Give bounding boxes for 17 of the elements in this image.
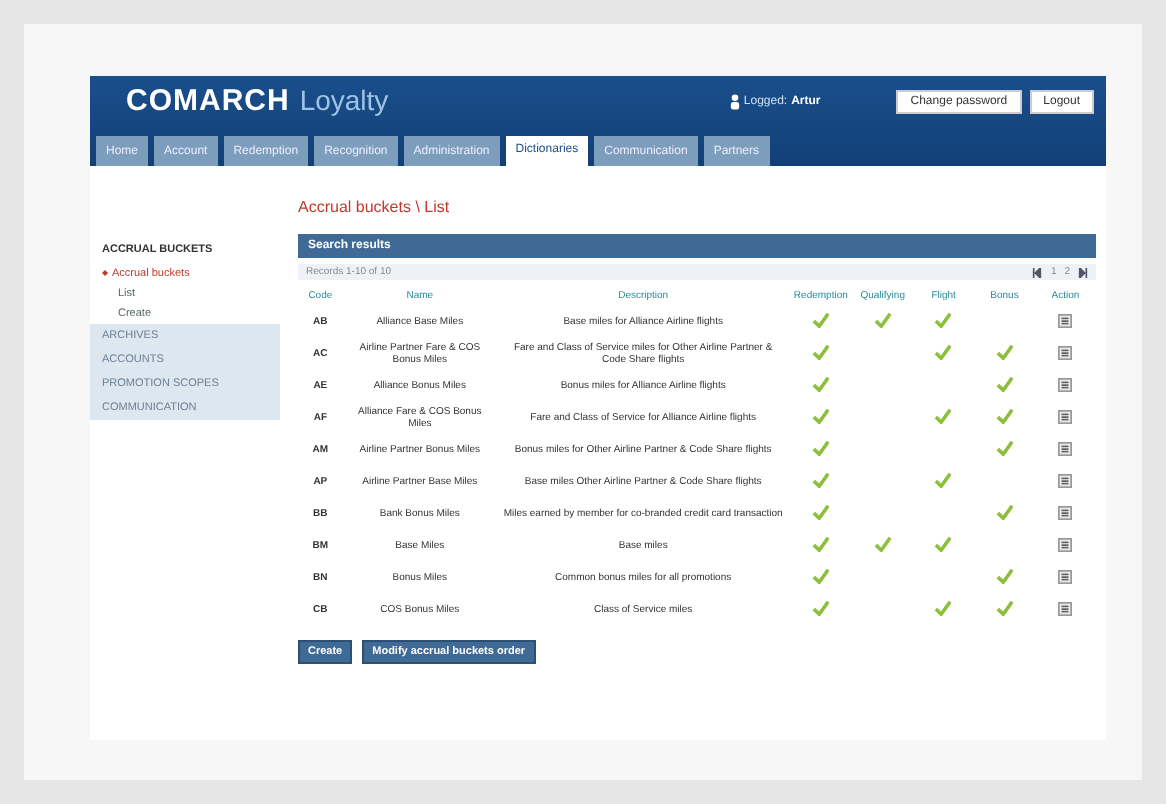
last-page-icon[interactable] (1078, 267, 1088, 277)
list-icon[interactable] (1058, 505, 1073, 519)
list-icon[interactable] (1058, 473, 1073, 487)
list-icon[interactable] (1058, 313, 1073, 327)
list-icon[interactable] (1058, 345, 1073, 359)
list-icon[interactable] (1058, 537, 1073, 551)
list-icon[interactable] (1058, 441, 1073, 455)
page-title: Accrual buckets \ List (298, 198, 452, 216)
bullet-icon (102, 270, 108, 277)
list-icon[interactable] (1058, 569, 1073, 583)
list-icon[interactable] (1058, 377, 1073, 391)
first-page-icon[interactable] (1032, 267, 1043, 277)
user-icon (729, 93, 740, 109)
list-icon[interactable] (1058, 601, 1073, 615)
logo-text: COMARCH (126, 84, 290, 118)
list-icon[interactable] (1058, 409, 1073, 423)
logo-subtitle: Loyalty (299, 84, 389, 116)
